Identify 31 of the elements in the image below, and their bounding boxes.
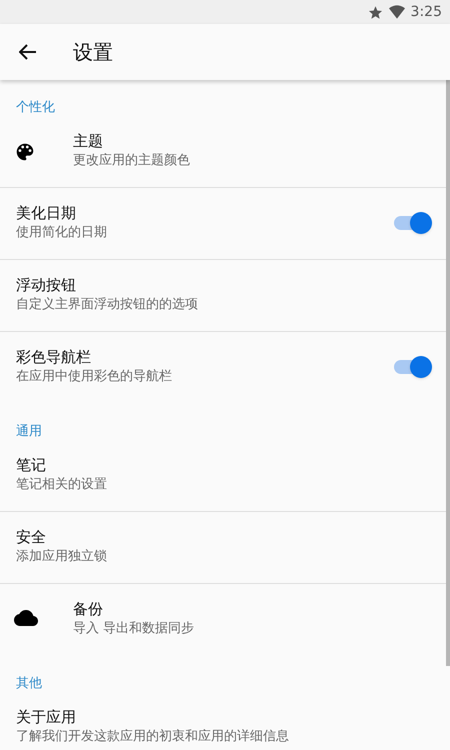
row-subtitle: 添加应用独立锁 [16, 548, 108, 566]
palette-icon [14, 141, 36, 163]
row-title: 彩色导航栏 [16, 347, 92, 368]
section-header: 通用 [16, 424, 42, 439]
cloud-icon [14, 609, 38, 627]
row-subtitle: 了解我们开发这款应用的初衷和应用的详细信息 [16, 728, 290, 746]
row-subtitle: 自定义主界面浮动按钮的的选项 [16, 296, 199, 314]
section-header: 个性化 [16, 100, 55, 115]
back-arrow-icon [19, 44, 37, 60]
row-subtitle: 使用简化的日期 [16, 224, 108, 242]
row-title: 美化日期 [16, 203, 77, 224]
star-icon [368, 4, 383, 20]
row-subtitle: 在应用中使用彩色的导航栏 [16, 368, 173, 386]
row-title: 浮动按钮 [16, 275, 77, 296]
wifi-icon [388, 5, 405, 19]
toggle-switch[interactable] [394, 212, 432, 234]
status-time: 3:25 [410, 2, 442, 22]
page-title: 设置 [73, 39, 113, 66]
row-subtitle: 导入 导出和数据同步 [73, 620, 196, 638]
row-title: 笔记 [16, 455, 47, 476]
row-subtitle: 笔记相关的设置 [16, 476, 108, 494]
settings-row[interactable]: 关于应用 了解我们开发这款应用的初衷和应用的详细信息 [0, 692, 450, 750]
row-title: 主题 [73, 131, 104, 152]
row-title: 备份 [73, 599, 104, 620]
section-header: 其他 [16, 676, 42, 691]
row-title: 关于应用 [16, 707, 77, 728]
settings-row[interactable]: 彩色导航栏 在应用中使用彩色的导航栏 [0, 332, 450, 404]
row-title: 安全 [16, 527, 47, 548]
settings-row[interactable]: 备份 导入 导出和数据同步 [0, 584, 450, 656]
toggle-switch[interactable] [394, 356, 432, 378]
row-subtitle: 更改应用的主题颜色 [73, 152, 191, 170]
